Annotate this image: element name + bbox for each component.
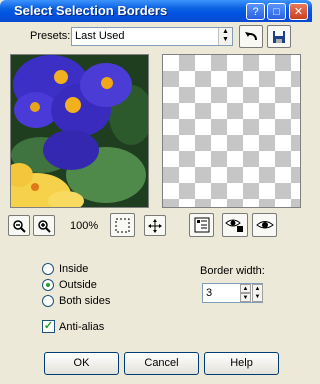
- zoom-out-icon: [13, 220, 26, 233]
- zoom-in-button[interactable]: [33, 215, 55, 236]
- flower-photo: [11, 55, 148, 207]
- toggle-preview-button[interactable]: [189, 213, 214, 237]
- spin-up-icon[interactable]: ▲: [240, 284, 251, 293]
- both-sides-radio[interactable]: [42, 295, 54, 307]
- help-title-button[interactable]: ?: [246, 3, 265, 20]
- ok-button[interactable]: OK: [44, 352, 119, 375]
- both-sides-label[interactable]: Both sides: [59, 295, 110, 307]
- presets-value: Last Used: [75, 30, 125, 42]
- eye-icon: [255, 221, 274, 229]
- dialog-window: Select Selection Borders ? □ ✕ Presets: …: [0, 0, 312, 384]
- dropdown-arrows-icon[interactable]: ▲ ▼: [218, 28, 232, 45]
- eye-lock-icon: [225, 219, 243, 232]
- floppy-disk-icon: [273, 31, 285, 43]
- spin-down-icon[interactable]: ▼: [240, 293, 251, 302]
- help-button[interactable]: Help: [204, 352, 279, 375]
- maximize-button[interactable]: □: [267, 3, 286, 20]
- marquee-select-icon: [115, 218, 130, 233]
- preview-panel-icon: [194, 217, 209, 233]
- outside-label[interactable]: Outside: [59, 279, 97, 291]
- undo-arrow-icon: [245, 32, 257, 41]
- reset-preset-button[interactable]: [239, 25, 263, 48]
- zoom-level: 100%: [70, 220, 99, 232]
- select-area-button[interactable]: [110, 213, 135, 237]
- inside-label[interactable]: Inside: [59, 263, 88, 275]
- proof-lock-button[interactable]: [222, 213, 248, 237]
- result-preview-area[interactable]: [162, 54, 301, 208]
- save-preset-button[interactable]: [267, 25, 291, 48]
- close-button[interactable]: ✕: [289, 3, 308, 20]
- anti-alias-checkbox[interactable]: ✓: [42, 320, 55, 333]
- outside-radio[interactable]: [42, 279, 54, 291]
- cancel-button[interactable]: Cancel: [124, 352, 199, 375]
- move-arrows-icon: [148, 219, 162, 233]
- inside-radio[interactable]: [42, 263, 54, 275]
- original-preview-image[interactable]: [10, 54, 149, 208]
- zoom-in-icon: [38, 220, 51, 233]
- border-width-input[interactable]: 3 ▲ ▼ ▲ ▼: [202, 283, 263, 303]
- window-title: Select Selection Borders: [14, 3, 168, 18]
- pan-button[interactable]: [144, 215, 166, 236]
- presets-label: Presets:: [30, 30, 71, 42]
- title-bar[interactable]: Select Selection Borders ? □ ✕: [0, 0, 312, 22]
- slider-popout-icon[interactable]: ▲ ▼: [252, 284, 263, 302]
- border-width-value: 3: [206, 287, 213, 299]
- auto-proof-button[interactable]: [252, 213, 277, 237]
- anti-alias-label[interactable]: Anti-alias: [59, 321, 104, 333]
- border-width-label: Border width:: [200, 265, 265, 277]
- presets-dropdown[interactable]: Last Used ▲ ▼: [71, 27, 233, 46]
- zoom-out-button[interactable]: [8, 215, 30, 236]
